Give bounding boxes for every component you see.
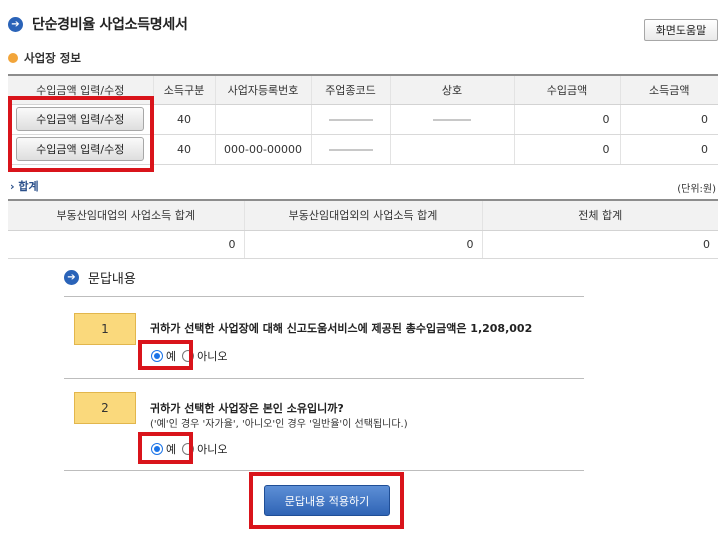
column-header: 전체 합계 (481, 199, 718, 231)
column-header: 부동산임대업의 사업소득 합계 (8, 199, 244, 231)
summary-value: 0 (481, 230, 718, 259)
divider (64, 378, 584, 379)
highlight-box (138, 340, 193, 370)
summary-table: 부동산임대업의 사업소득 합계 부동산임대업외의 사업소득 합계 전체 합계 0… (8, 199, 718, 259)
masked-text (328, 118, 373, 121)
question-number-badge: 2 (74, 392, 136, 424)
revenue-cell: 0 (513, 134, 620, 165)
question-text: 귀하가 선택한 사업장에 대해 신고도움서비스에 제공된 총수입금액은 1,20… (150, 322, 533, 335)
column-header: 소득금액 (619, 74, 718, 105)
highlight-box (138, 432, 193, 464)
divider (64, 470, 584, 471)
masked-text (433, 118, 471, 121)
business-name-cell (389, 104, 514, 135)
question-subtext: ('예'인 경우 '자가율', '아니오'인 경우 '일반율'이 선택됩니다.) (150, 419, 408, 430)
income-type-cell: 40 (152, 134, 215, 165)
column-header: 주업종코드 (310, 74, 390, 105)
unit-label: (단위:원) (677, 184, 716, 195)
question-number-badge: 1 (74, 313, 136, 345)
option-label: 아니오 (197, 443, 228, 456)
income-cell: 0 (619, 134, 718, 165)
page-header: ➔ 단순경비율 사업소득명세서 (8, 14, 188, 34)
qa-title: 문답내용 (88, 272, 136, 287)
summary-label: › 합계 (10, 180, 39, 193)
industry-code-cell (310, 134, 390, 165)
summary-value: 0 (243, 230, 482, 259)
summary-value: 0 (8, 230, 244, 259)
business-section-title: 사업장 정보 (24, 51, 81, 65)
business-name-cell (389, 134, 514, 165)
income-type-cell: 40 (152, 104, 215, 135)
income-cell: 0 (619, 104, 718, 135)
table-row: 0 0 0 (8, 230, 718, 259)
divider (64, 296, 584, 297)
column-header: 사업자등록번호 (214, 74, 311, 105)
arrow-right-icon: ➔ (8, 16, 23, 32)
highlight-box (249, 472, 404, 529)
business-section-label: 사업장 정보 (8, 50, 81, 66)
highlight-box (8, 96, 154, 172)
revenue-cell: 0 (513, 104, 620, 135)
reg-no-cell: 000-00-00000 (214, 134, 311, 165)
column-header: 수입금액 (513, 74, 620, 105)
reg-no-cell (214, 104, 311, 135)
bullet-dot-icon (8, 53, 18, 63)
column-header: 상호 (389, 74, 514, 105)
question-text: 귀하가 선택한 사업장은 본인 소유입니까? (150, 402, 344, 415)
qa-header: ➔ 문답내용 (64, 268, 136, 287)
masked-text (328, 148, 373, 151)
table-header-row: 부동산임대업의 사업소득 합계 부동산임대업외의 사업소득 합계 전체 합계 (8, 199, 718, 231)
column-header: 부동산임대업외의 사업소득 합계 (243, 199, 482, 231)
page-title: 단순경비율 사업소득명세서 (32, 17, 188, 33)
summary-title: 합계 (18, 180, 39, 193)
arrow-right-icon: ➔ (64, 270, 79, 285)
option-label: 아니오 (197, 350, 228, 363)
help-button[interactable]: 화면도움말 (644, 19, 718, 41)
industry-code-cell (310, 104, 390, 135)
column-header: 소득구분 (152, 74, 215, 105)
